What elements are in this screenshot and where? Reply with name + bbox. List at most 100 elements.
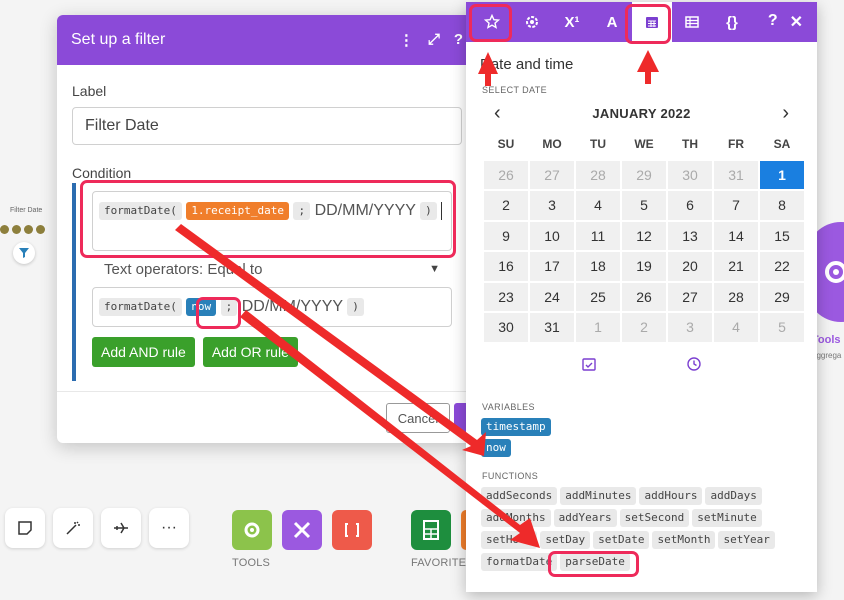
calendar-day[interactable]: 30 (483, 312, 529, 343)
calendar-day[interactable]: 28 (575, 159, 621, 190)
sheets-icon[interactable] (411, 510, 451, 550)
calendar-header: ‹ JANUARY 2022 › (466, 102, 817, 125)
calendar-day[interactable]: 16 (483, 251, 529, 282)
function-chip[interactable]: setHour (481, 530, 538, 549)
calendar-day[interactable]: 9 (483, 220, 529, 251)
calendar-day[interactable]: 20 (667, 251, 713, 282)
kebab-menu-icon[interactable]: ⋮ (399, 31, 414, 49)
calendar-day[interactable]: 1 (575, 312, 621, 343)
variable-chip[interactable]: timestamp (481, 417, 551, 436)
weekday-header: MO (542, 137, 562, 152)
calendar-day[interactable]: 29 (759, 281, 805, 312)
calendar-day[interactable]: 21 (713, 251, 759, 282)
function-chip[interactable]: addSeconds (481, 486, 558, 505)
table-icon[interactable] (672, 2, 712, 42)
functions-label: FUNCTIONS (482, 470, 539, 481)
module-label: Filter Date (10, 207, 43, 214)
calendar-day[interactable]: 19 (621, 251, 667, 282)
calendar-check-icon[interactable] (582, 357, 596, 374)
calendar-day[interactable]: 8 (759, 190, 805, 221)
calendar-day[interactable]: 22 (759, 251, 805, 282)
json-braces-icon[interactable]: {} (712, 2, 752, 42)
note-icon[interactable] (5, 508, 45, 548)
condition-operand-2[interactable]: formatDate( now ; DD/MM/YYYY ) (92, 287, 452, 327)
close-paren-token[interactable]: ) (347, 297, 364, 316)
tools-wrench-icon[interactable] (282, 510, 322, 550)
calendar-day[interactable]: 3 (529, 190, 575, 221)
tools-brackets-icon[interactable] (332, 510, 372, 550)
category-tools-label: TOOLS (232, 557, 271, 569)
calendar-day[interactable]: 13 (667, 220, 713, 251)
calendar-day[interactable]: 25 (575, 281, 621, 312)
calendar-day[interactable]: 2 (621, 312, 667, 343)
calendar-day[interactable]: 31 (529, 312, 575, 343)
clock-icon[interactable] (687, 356, 701, 374)
add-and-rule-button[interactable]: Add AND rule (92, 337, 195, 367)
function-chip[interactable]: setSecond (619, 508, 690, 527)
calendar-day[interactable]: 30 (667, 159, 713, 190)
expand-icon[interactable]: ⤢ (428, 31, 440, 49)
cancel-button[interactable]: Cancel (386, 403, 450, 433)
calendar-day[interactable]: 24 (529, 281, 575, 312)
calendar-day[interactable]: 18 (575, 251, 621, 282)
function-chip[interactable]: setMinute (692, 508, 762, 527)
variable-chip[interactable]: now (481, 438, 511, 457)
highlight-calendar-tool (625, 4, 671, 44)
help-icon[interactable]: ? (454, 31, 463, 49)
tools-gear-icon[interactable] (232, 510, 272, 550)
calendar-day[interactable]: 26 (483, 159, 529, 190)
calendar-day[interactable]: 26 (621, 281, 667, 312)
connection-dots (0, 225, 45, 234)
help-icon[interactable]: ? (768, 12, 778, 32)
calendar-day[interactable]: 5 (621, 190, 667, 221)
highlight-star-tool (469, 4, 512, 42)
calendar-day[interactable]: 3 (667, 312, 713, 343)
calendar-day[interactable]: 28 (713, 281, 759, 312)
calendar-day[interactable]: 10 (529, 220, 575, 251)
calendar-day[interactable]: 31 (713, 159, 759, 190)
gear-icon[interactable] (512, 2, 552, 42)
function-chip[interactable]: formatDate (481, 552, 558, 571)
airplane-icon[interactable] (101, 508, 141, 548)
function-chip[interactable]: setDate (593, 530, 650, 549)
function-chip[interactable]: addHours (639, 486, 703, 505)
function-chip[interactable]: addDays (705, 486, 762, 505)
add-or-rule-button[interactable]: Add OR rule (202, 337, 298, 367)
function-chip[interactable]: addMinutes (560, 486, 637, 505)
more-button[interactable]: ··· (149, 508, 189, 548)
calendar-day[interactable]: 14 (713, 220, 759, 251)
calendar-day[interactable]: 23 (483, 281, 529, 312)
calendar-grid: SU MO TU WE TH FR SA 26 27 28 29 30 31 1 2 3 4 5 6 7 8 9 10 11 1… (483, 129, 805, 343)
calendar-day[interactable]: 5 (759, 312, 805, 343)
calendar-day[interactable]: 6 (667, 190, 713, 221)
calendar-day[interactable]: 4 (575, 190, 621, 221)
weekday-header: FR (728, 137, 744, 152)
calendar-day[interactable]: 7 (713, 190, 759, 221)
next-month-icon[interactable]: › (782, 102, 789, 125)
calendar-day[interactable]: 12 (621, 220, 667, 251)
calendar-day[interactable]: 15 (759, 220, 805, 251)
function-chip[interactable]: addYears (553, 508, 617, 527)
magic-wand-icon[interactable] (53, 508, 93, 548)
calendar-day[interactable]: 27 (667, 281, 713, 312)
calendar-day[interactable]: 27 (529, 159, 575, 190)
calendar-day[interactable]: 17 (529, 251, 575, 282)
prev-month-icon[interactable]: ‹ (494, 102, 501, 125)
calendar-day[interactable]: 1 (759, 159, 805, 190)
calendar-day[interactable]: 2 (483, 190, 529, 221)
filter-icon[interactable] (13, 242, 35, 264)
label-input[interactable]: Filter Date (72, 107, 462, 145)
weekday-header: TH (682, 137, 698, 152)
function-chip[interactable]: addMonths (481, 508, 551, 527)
calendar-day[interactable]: 29 (621, 159, 667, 190)
bottom-toolbar: ··· (5, 508, 189, 548)
function-chip[interactable]: setDay (540, 530, 591, 549)
operator-value: Text operators: Equal to (104, 260, 263, 278)
function-token[interactable]: formatDate( (99, 297, 182, 316)
calendar-day[interactable]: 11 (575, 220, 621, 251)
superscript-icon[interactable]: X¹ (552, 2, 592, 42)
close-icon[interactable]: ✕ (790, 12, 803, 32)
calendar-day[interactable]: 4 (713, 312, 759, 343)
function-chip[interactable]: setMonth (652, 530, 716, 549)
function-chip[interactable]: setYear (718, 530, 775, 549)
